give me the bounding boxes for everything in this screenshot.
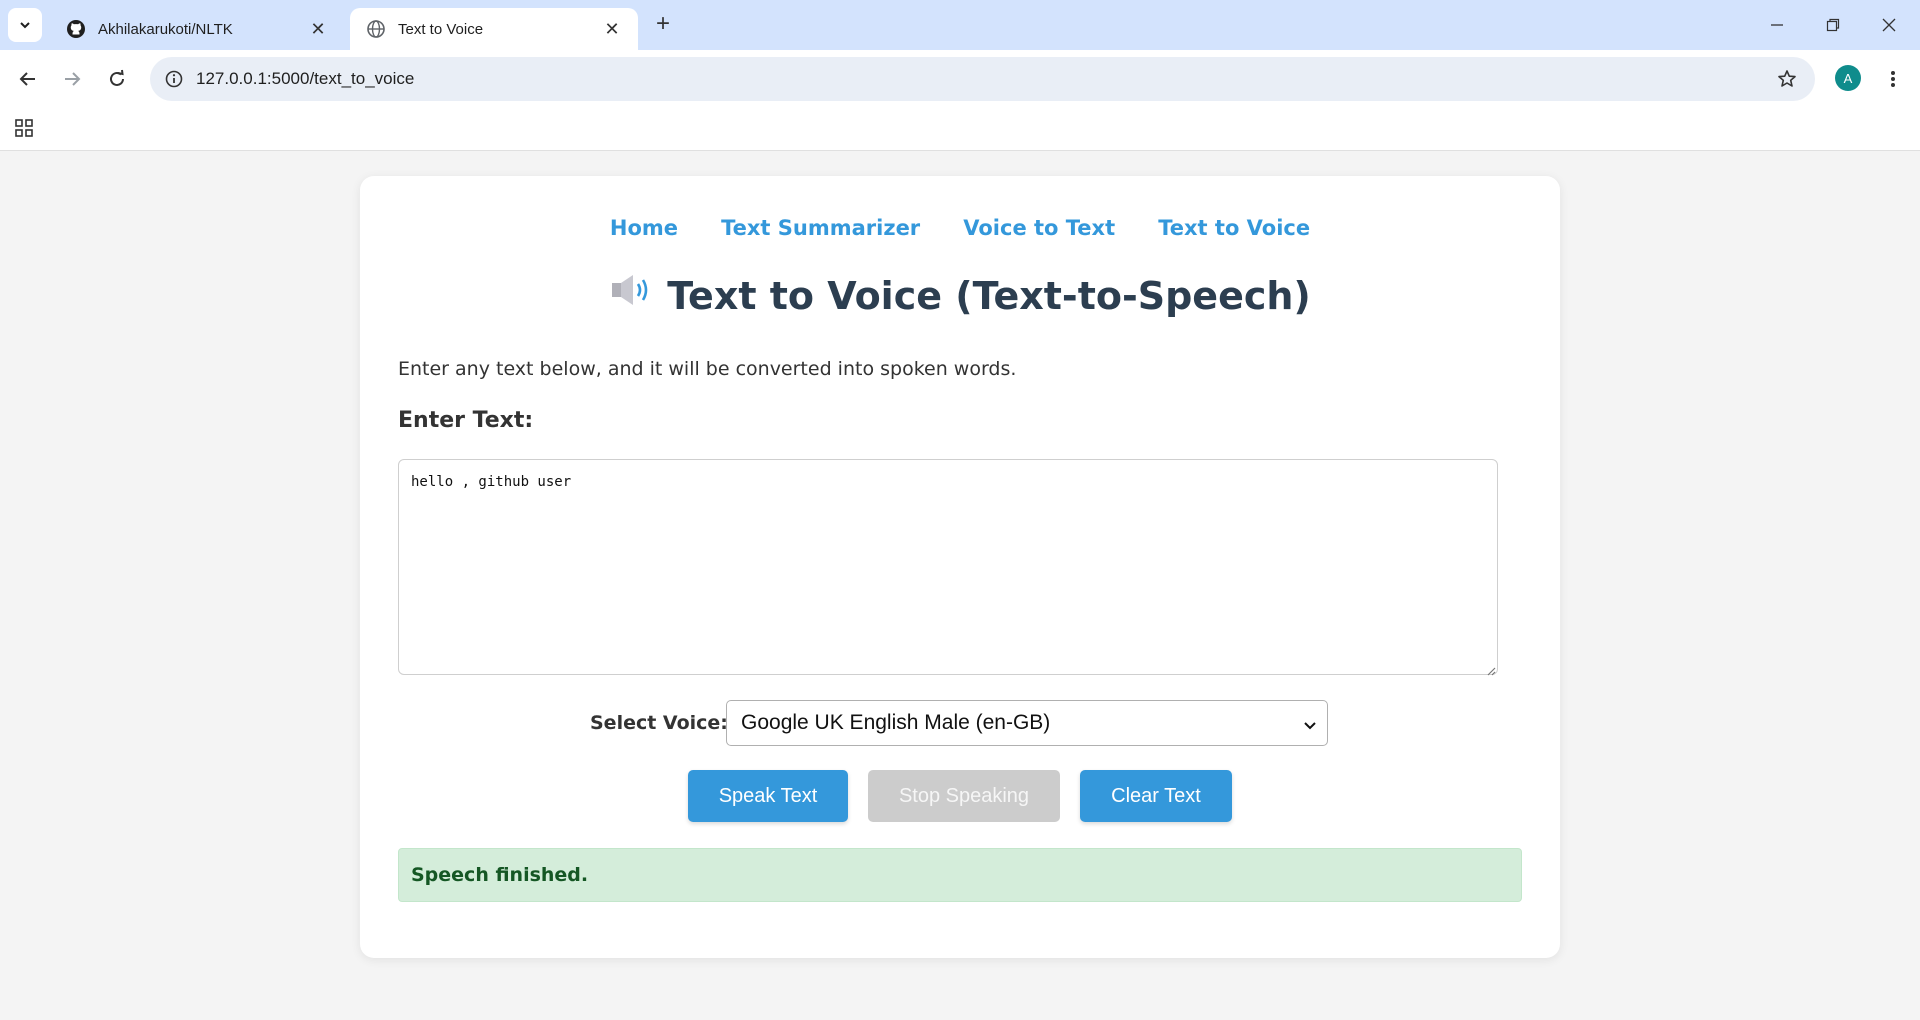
forward-arrow-icon[interactable] [56,63,88,95]
back-arrow-icon[interactable] [12,63,44,95]
tab-title: Text to Voice [398,20,484,38]
tab-search-button[interactable] [8,8,42,42]
main-card: Home Text Summarizer Voice to Text Text … [360,176,1560,958]
address-bar[interactable]: 127.0.0.1:5000/text_to_voice [150,57,1815,101]
profile-avatar[interactable]: A [1835,65,1861,91]
bookmark-star-icon[interactable] [1775,67,1799,91]
speak-text-button[interactable]: Speak Text [688,770,848,822]
resize-grip-icon[interactable] [1486,663,1496,676]
kebab-menu-icon[interactable] [1880,63,1906,95]
tab-title: Akhilakarukoti/NLTK [98,20,233,38]
browser-toolbar: 127.0.0.1:5000/text_to_voice A [0,50,1920,108]
window-close-icon[interactable] [1874,12,1904,38]
status-message: Speech finished. [398,848,1522,902]
page-title: Text to Voice (Text-to-Speech) [667,274,1311,318]
top-nav: Home Text Summarizer Voice to Text Text … [360,216,1560,240]
browser-tab-bar: Akhilakarukoti/NLTK ✕ Text to Voice ✕ + [0,0,1920,50]
bookmarks-bar [0,108,1920,151]
page-title-row: Text to Voice (Text-to-Speech) [360,274,1560,321]
text-input[interactable]: hello , github user [398,459,1498,675]
nav-link-text-summarizer[interactable]: Text Summarizer [721,216,920,240]
url-text[interactable]: 127.0.0.1:5000/text_to_voice [196,69,414,89]
stop-speaking-button[interactable]: Stop Speaking [868,770,1060,822]
clear-text-button[interactable]: Clear Text [1080,770,1232,822]
chevron-down-icon [20,22,30,29]
voice-select[interactable]: Google UK English Male (en-GB) [726,700,1328,746]
github-icon [66,19,86,39]
page-description: Enter any text below, and it will be con… [398,358,1017,380]
close-icon[interactable]: ✕ [308,19,328,39]
minimize-icon[interactable] [1762,12,1792,38]
new-tab-button[interactable]: + [650,12,676,38]
tab-text-to-voice[interactable]: Text to Voice ✕ [350,8,638,50]
voice-select-label: Select Voice: [590,712,728,734]
globe-icon [366,19,386,39]
apps-grid-icon[interactable] [12,116,36,140]
voice-select-value: Google UK English Male (en-GB) [741,711,1051,734]
speaker-icon [609,272,653,317]
text-input-label: Enter Text: [398,408,534,433]
nav-link-text-to-voice[interactable]: Text to Voice [1158,216,1310,240]
voice-select-row: Select Voice: Google UK English Male (en… [360,700,1560,746]
reload-icon[interactable] [101,63,133,95]
close-icon[interactable]: ✕ [602,19,622,39]
restore-icon[interactable] [1818,12,1848,38]
nav-link-home[interactable]: Home [610,216,678,240]
chevron-down-icon [1303,715,1317,739]
tab-github[interactable]: Akhilakarukoti/NLTK ✕ [50,8,344,50]
site-info-icon[interactable] [162,67,186,91]
nav-link-voice-to-text[interactable]: Voice to Text [963,216,1115,240]
